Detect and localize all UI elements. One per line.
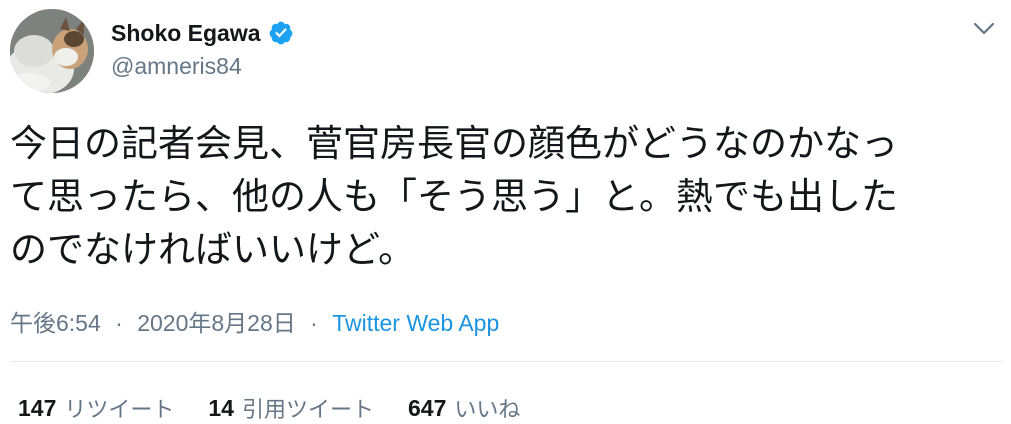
tweet-text-line: のでなければいいけど。 [10, 228, 416, 271]
avatar-cat-image [10, 9, 94, 93]
meta-separator: · [310, 310, 318, 336]
more-options-button[interactable] [968, 16, 1000, 42]
divider [10, 361, 1002, 362]
retweet-count: 147 [18, 394, 57, 421]
tweet-date[interactable]: 2020年8月28日 [137, 310, 296, 336]
tweet-card: Shoko Egawa @amneris84 今日の記者会見、菅官房長官の顔色が… [0, 0, 1011, 424]
tweet-source-link[interactable]: Twitter Web App [332, 310, 499, 336]
tweet-stats: 147 リツイート 14 引用ツイート 647 いいね [18, 392, 520, 424]
meta-separator: · [115, 310, 123, 336]
quote-tweets-stat[interactable]: 14 引用ツイート [208, 392, 374, 424]
display-name[interactable]: Shoko Egawa [111, 20, 261, 47]
author-handle[interactable]: @amneris84 [111, 53, 242, 80]
like-count: 647 [408, 394, 447, 421]
quote-count: 14 [208, 394, 234, 421]
chevron-down-icon [973, 22, 995, 35]
verified-badge-icon [269, 21, 292, 45]
retweets-stat[interactable]: 147 リツイート [18, 392, 174, 424]
likes-stat[interactable]: 647 いいね [408, 392, 520, 424]
like-label: いいね [454, 398, 521, 423]
avatar[interactable] [10, 9, 94, 93]
author-name-row[interactable]: Shoko Egawa [111, 18, 294, 48]
tweet-time[interactable]: 午後6:54 [10, 310, 101, 336]
tweet-meta: 午後6:54 · 2020年8月28日 · Twitter Web App [10, 304, 499, 338]
tweet-text-line: て思ったら、他の人も「そう思う」と。熱でも出した [10, 175, 898, 218]
retweet-label: リツイート [64, 398, 175, 423]
tweet-text: 今日の記者会見、菅官房長官の顔色がどうなのかなっ て思ったら、他の人も「そう思う… [10, 117, 1000, 276]
quote-label: 引用ツイート [241, 398, 374, 423]
tweet-text-line: 今日の記者会見、菅官房長官の顔色がどうなのかなっ [10, 122, 898, 165]
